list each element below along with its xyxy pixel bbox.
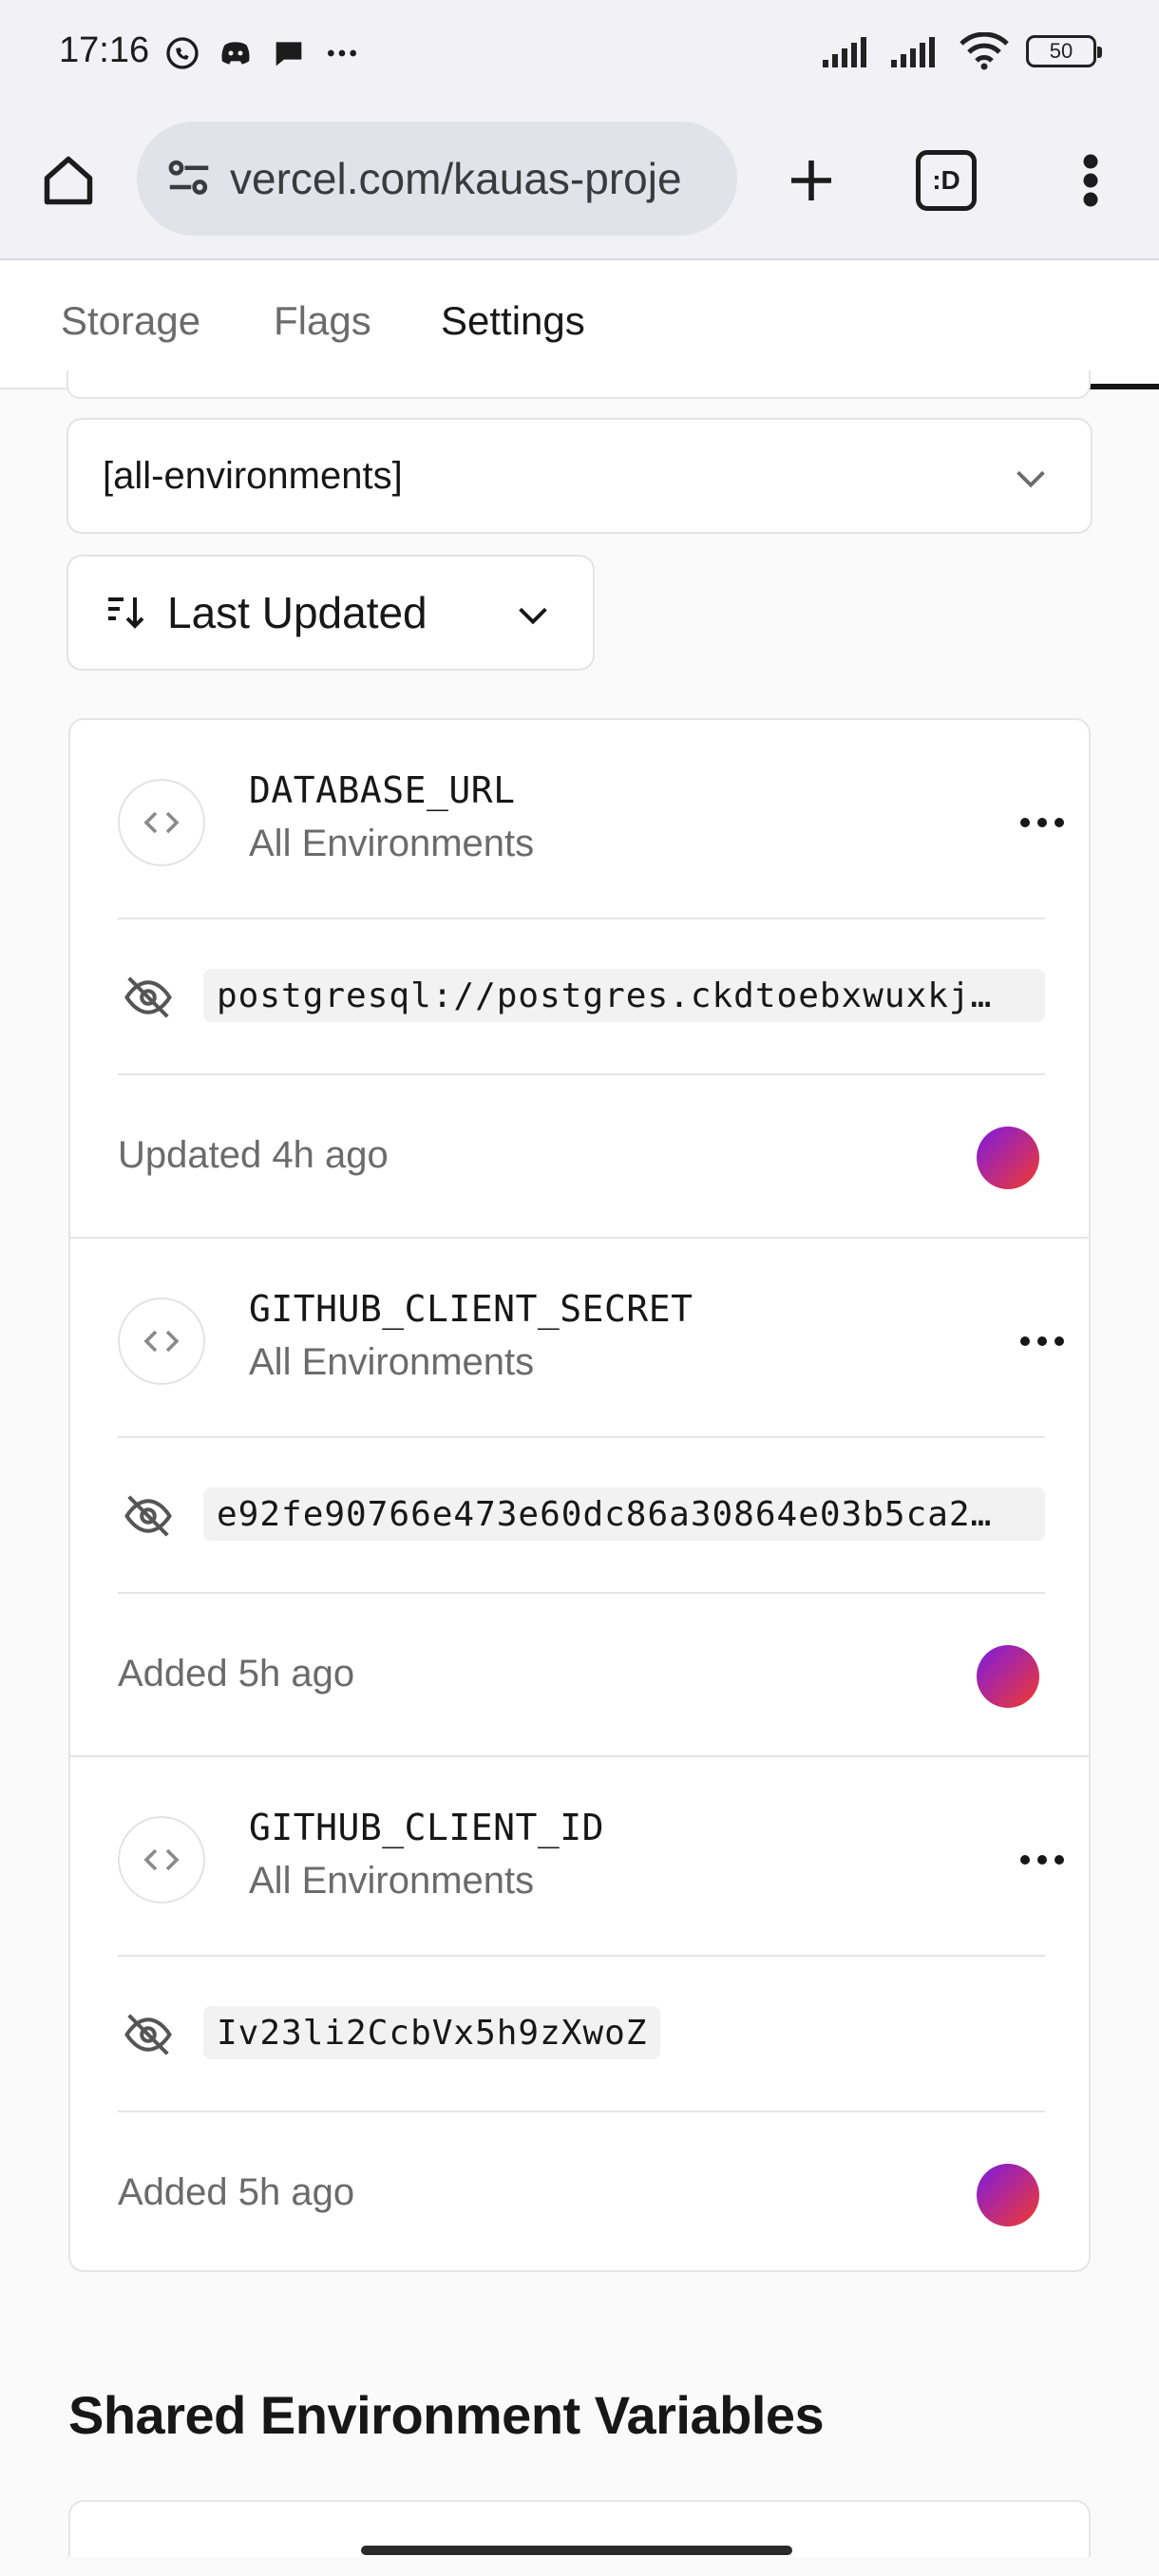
divider	[118, 918, 1045, 919]
code-icon	[118, 779, 205, 866]
env-var-environments: All Environments	[249, 823, 535, 864]
browser-menu-button[interactable]	[1064, 146, 1117, 215]
environment-select[interactable]: [all-environments]	[66, 418, 1092, 534]
environment-select-value: [all-environments]	[103, 454, 403, 497]
env-var-name: GITHUB_CLIENT_ID	[249, 1807, 605, 1848]
status-time: 17:16	[59, 30, 150, 70]
system-status: 50	[823, 32, 1102, 70]
eye-off-icon	[124, 1495, 172, 1537]
site-settings-icon[interactable]	[163, 153, 215, 204]
home-icon	[44, 156, 93, 205]
eye-off-icon	[124, 976, 172, 1018]
env-var-name: GITHUB_CLIENT_SECRET	[249, 1288, 694, 1330]
new-tab-button[interactable]	[777, 146, 846, 215]
status-bar: 17:16 50	[0, 0, 1159, 104]
notification-icons	[163, 34, 361, 72]
env-var-environments: All Environments	[249, 1341, 535, 1383]
env-var-updated: Added 5h ago	[118, 2171, 355, 2213]
env-var-value: Iv23li2CcbVx5h9zXwoZ	[217, 2013, 648, 2053]
divider	[118, 1955, 1045, 1957]
more-options-button[interactable]	[1011, 1833, 1074, 1886]
env-var-value: e92fe90766e473e60dc86a30864e03b5ca2…	[217, 1494, 993, 1534]
tab-storage[interactable]: Storage	[61, 298, 200, 344]
wifi-icon	[960, 32, 1009, 70]
battery-indicator: 50	[1026, 35, 1102, 67]
tab-flags[interactable]: Flags	[274, 298, 371, 344]
reveal-value-button[interactable]	[120, 2006, 177, 2063]
reveal-value-button[interactable]	[120, 1487, 177, 1544]
divider	[118, 1592, 1045, 1594]
sort-dropdown[interactable]: Last Updated	[66, 555, 595, 671]
divider	[118, 1436, 1045, 1438]
reveal-value-button[interactable]	[120, 969, 177, 1026]
env-var-item: GITHUB_CLIENT_SECRET All Environments e9…	[70, 1239, 1089, 1757]
env-var-name: DATABASE_URL	[249, 769, 516, 811]
sort-icon	[108, 597, 144, 629]
gesture-navigation-bar[interactable]	[361, 2546, 792, 2555]
url-text: vercel.com/kauas-proje	[230, 154, 682, 203]
browser-toolbar: vercel.com/kauas-proje :D	[0, 104, 1159, 260]
chevron-down-icon	[519, 607, 547, 625]
env-var-item: GITHUB_CLIENT_ID All Environments Iv23li…	[70, 1757, 1089, 2270]
search-field-edge	[66, 370, 1091, 399]
chevron-down-icon	[1016, 470, 1045, 488]
env-vars-list: DATABASE_URL All Environments postgresql…	[68, 718, 1091, 2272]
eye-off-icon	[124, 2014, 172, 2055]
signal-icon	[823, 37, 866, 67]
code-icon	[118, 1297, 205, 1385]
more-options-button[interactable]	[1011, 1315, 1074, 1368]
divider	[118, 2111, 1045, 2112]
code-icon	[118, 1816, 205, 1904]
more-notifications-icon	[328, 49, 356, 57]
more-options-button[interactable]	[1011, 796, 1074, 849]
env-var-updated: Added 5h ago	[118, 1653, 355, 1695]
signal-icon	[891, 37, 935, 67]
home-button[interactable]	[34, 146, 103, 215]
plus-icon	[791, 161, 831, 200]
env-var-value-box[interactable]: e92fe90766e473e60dc86a30864e03b5ca2…	[203, 1487, 1045, 1541]
env-var-value: postgresql://postgres.ckdtoebxwuxkj…	[217, 975, 993, 1015]
env-var-environments: All Environments	[249, 1860, 535, 1902]
kebab-menu-icon	[1083, 154, 1098, 207]
whatsapp-icon	[166, 37, 199, 69]
tab-settings[interactable]: Settings	[441, 298, 585, 344]
address-bar[interactable]: vercel.com/kauas-proje	[137, 122, 737, 236]
shared-env-vars-heading: Shared Environment Variables	[68, 2385, 825, 2445]
discord-icon	[221, 42, 250, 65]
env-var-item: DATABASE_URL All Environments postgresql…	[70, 720, 1089, 1239]
env-var-updated: Updated 4h ago	[118, 1134, 389, 1176]
avatar[interactable]	[977, 2164, 1039, 2226]
chat-icon	[276, 42, 302, 66]
env-var-value-box[interactable]: Iv23li2CcbVx5h9zXwoZ	[203, 2006, 661, 2059]
avatar[interactable]	[977, 1645, 1039, 1708]
avatar[interactable]	[977, 1127, 1039, 1189]
tab-switcher-button[interactable]: :D	[916, 150, 977, 211]
sort-label: Last Updated	[167, 588, 428, 637]
divider	[118, 1073, 1045, 1075]
env-var-value-box[interactable]: postgresql://postgres.ckdtoebxwuxkj…	[203, 969, 1045, 1022]
